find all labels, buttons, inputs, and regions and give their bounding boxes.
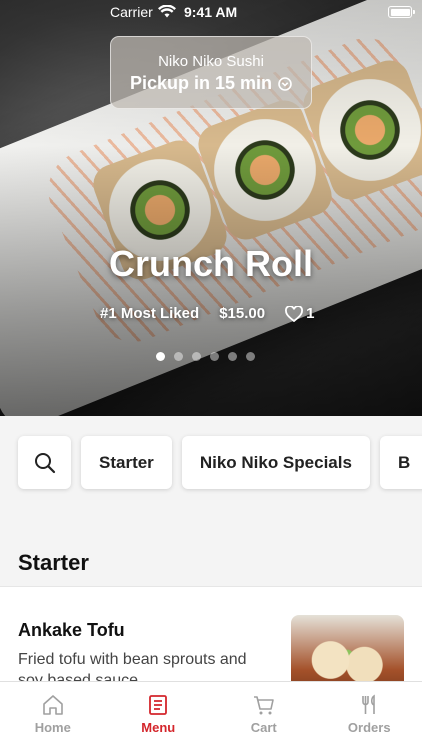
heart-icon — [285, 305, 304, 322]
section-title: Starter — [18, 550, 89, 575]
store-name: Niko Niko Sushi — [158, 53, 264, 70]
featured-title: Crunch Roll — [109, 243, 313, 284]
chevron-down-circle-icon — [278, 76, 292, 91]
tab-orders[interactable]: Orders — [317, 682, 422, 750]
carrier-label: Carrier — [110, 4, 153, 20]
menu-item-image — [291, 615, 404, 686]
menu-item-card[interactable]: Ankake Tofu Fried tofu with bean sprouts… — [0, 586, 422, 686]
carousel-dot[interactable] — [228, 352, 237, 361]
tab-home[interactable]: Home — [0, 682, 106, 750]
tab-label: Orders — [347, 720, 391, 735]
category-chip-next[interactable]: B — [379, 436, 422, 489]
search-button[interactable] — [18, 436, 71, 489]
tab-label: Cart — [250, 720, 277, 735]
carousel-dot[interactable] — [174, 352, 183, 361]
tab-bar: Home Menu Cart Orders — [0, 681, 422, 750]
clock: 9:41 AM — [184, 4, 238, 20]
menu-icon — [149, 695, 168, 715]
featured-rank: #1 Most Liked — [100, 305, 200, 322]
battery-icon — [388, 6, 415, 18]
tab-label: Home — [34, 720, 71, 735]
utensils-icon — [362, 694, 376, 714]
search-icon — [34, 452, 55, 473]
featured-price: $15.00 — [219, 305, 266, 322]
featured-hero[interactable]: Carrier 9:41 AM Niko Niko Sushi Pickup i… — [0, 0, 422, 416]
cart-icon — [253, 696, 274, 715]
wifi-icon — [158, 4, 176, 21]
pickup-time: Pickup in 15 min — [130, 73, 292, 94]
store-pickup-selector[interactable]: Niko Niko Sushi Pickup in 15 min — [110, 36, 312, 109]
carousel-dot[interactable] — [156, 352, 165, 361]
category-bar: Starter Niko Niko Specials B — [18, 436, 422, 489]
carousel-dots[interactable] — [156, 352, 255, 361]
tab-label: Menu — [141, 720, 176, 735]
menu-item-name: Ankake Tofu — [18, 620, 125, 640]
tab-menu[interactable]: Menu — [106, 682, 212, 750]
tab-cart[interactable]: Cart — [211, 682, 317, 750]
like-button[interactable]: 1 — [285, 305, 314, 322]
home-icon — [42, 695, 63, 715]
app-screen: Carrier 9:41 AM Niko Niko Sushi Pickup i… — [0, 0, 422, 750]
pickup-label: Pickup in 15 min — [129, 73, 273, 93]
category-chip-starter[interactable]: Starter — [81, 436, 172, 489]
carousel-dot[interactable] — [192, 352, 201, 361]
category-chip-specials[interactable]: Niko Niko Specials — [181, 436, 370, 489]
like-count: 1 — [306, 305, 315, 322]
status-bar: Carrier 9:41 AM — [0, 0, 422, 24]
carousel-dot[interactable] — [210, 352, 219, 361]
featured-meta: #1 Most Liked $15.00 1 — [100, 305, 314, 322]
carousel-dot[interactable] — [246, 352, 255, 361]
